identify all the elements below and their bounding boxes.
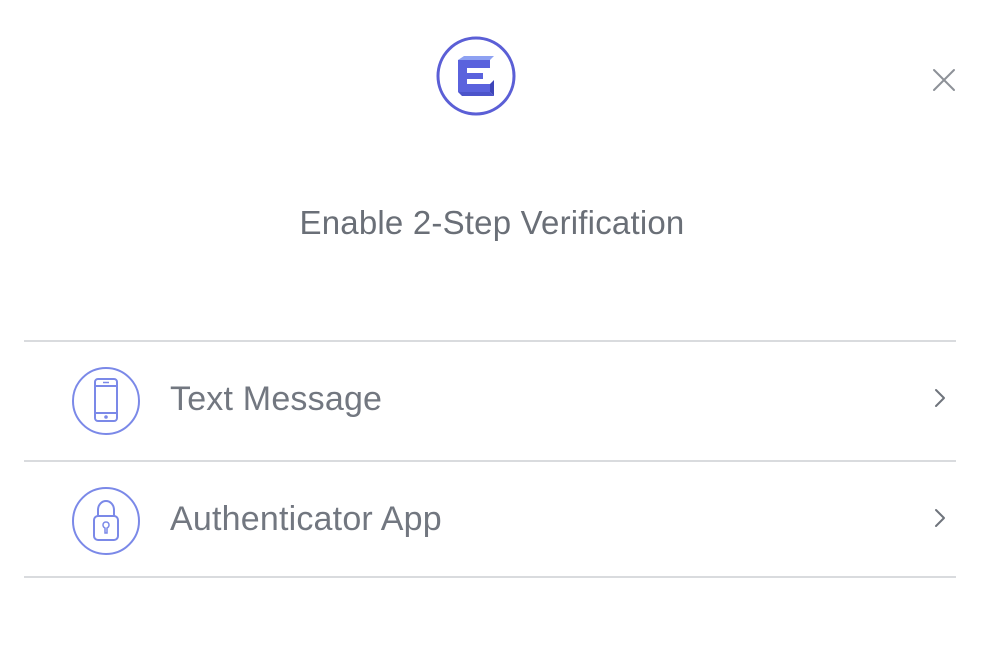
authenticator-app-label: Authenticator App bbox=[170, 500, 442, 538]
close-button[interactable] bbox=[928, 64, 960, 96]
chevron-right-icon bbox=[928, 506, 952, 530]
brand-logo bbox=[436, 36, 516, 116]
phone-icon bbox=[72, 367, 140, 435]
lock-icon bbox=[72, 487, 140, 555]
authenticator-app-option[interactable]: Authenticator App bbox=[24, 460, 956, 578]
phone-icon-badge bbox=[71, 366, 141, 436]
text-message-label: Text Message bbox=[170, 380, 383, 418]
text-message-option[interactable]: Text Message bbox=[24, 340, 956, 460]
verification-options-list: Text Message Authenticator App bbox=[24, 340, 956, 578]
dialog-title: Enable 2-Step Verification bbox=[299, 204, 685, 241]
brand-e-logo-icon bbox=[436, 36, 516, 116]
chevron-right-icon bbox=[928, 386, 952, 410]
lock-icon-badge bbox=[71, 486, 141, 556]
close-icon bbox=[933, 69, 955, 91]
